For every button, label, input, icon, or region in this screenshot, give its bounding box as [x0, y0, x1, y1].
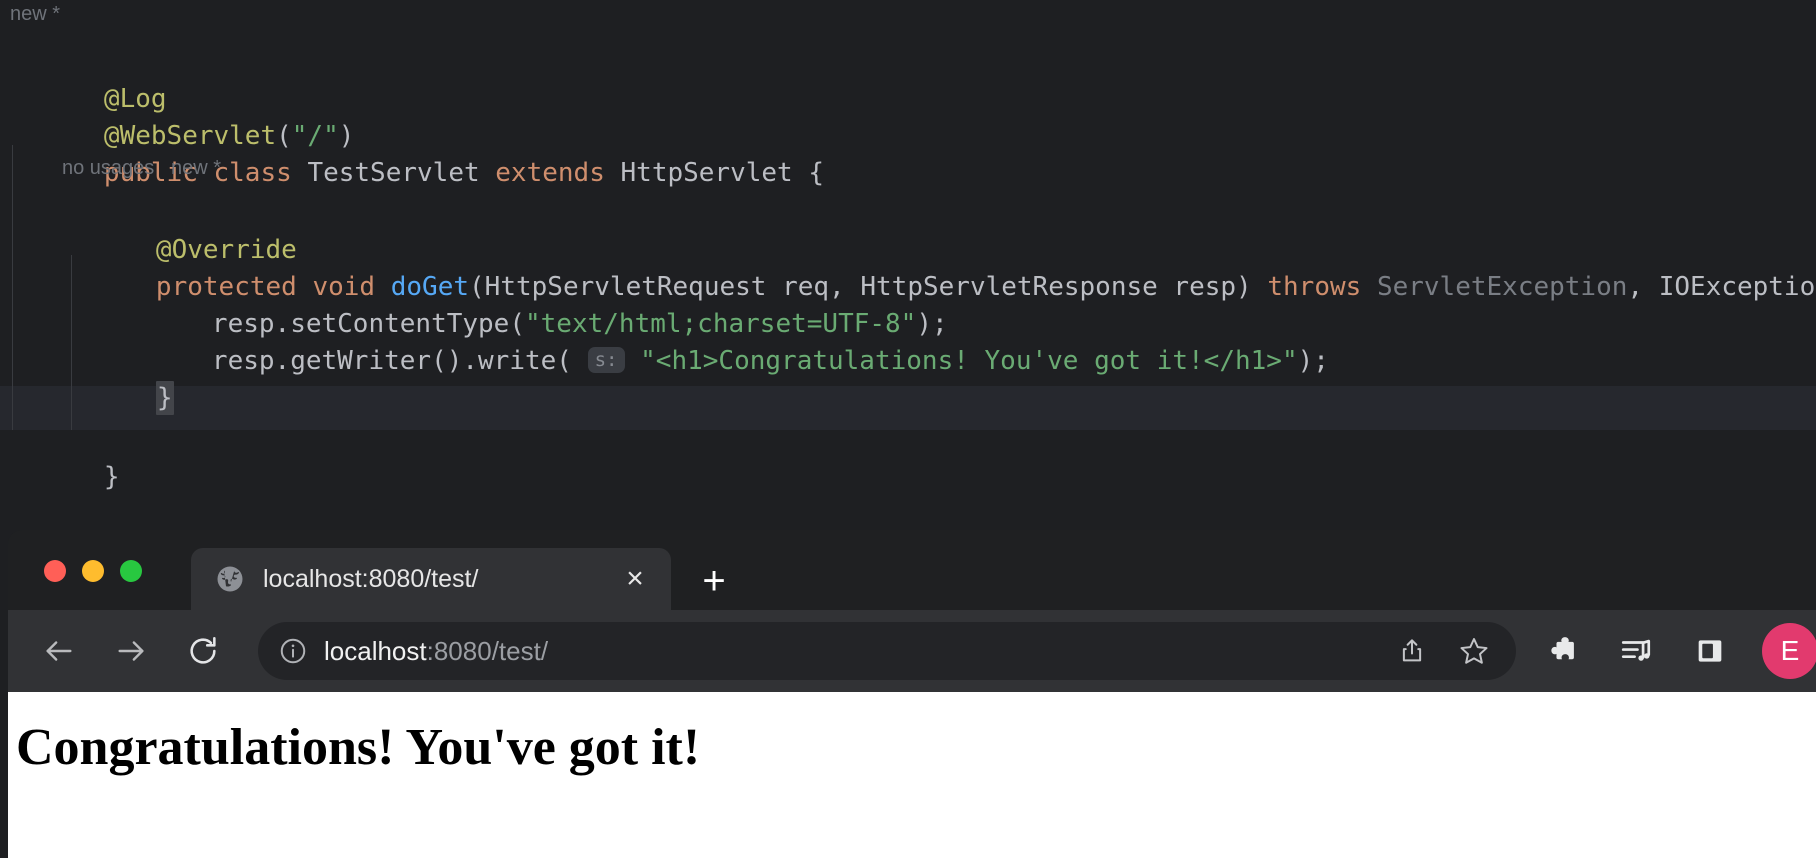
globe-icon	[215, 564, 245, 594]
side-panel-icon[interactable]	[1682, 623, 1738, 679]
address-bar[interactable]: localhost:8080/test/	[258, 622, 1516, 680]
back-arrow-icon[interactable]	[30, 622, 88, 680]
url-host: localhost	[324, 635, 427, 666]
info-circle-icon[interactable]	[278, 636, 308, 666]
reload-icon[interactable]	[174, 622, 232, 680]
close-tab-button[interactable]: ×	[613, 557, 657, 601]
browser-toolbar: localhost:8080/test/ E	[8, 610, 1816, 692]
url-display[interactable]: localhost:8080/test/	[324, 636, 1384, 667]
browser-tab-active[interactable]: localhost:8080/test/ ×	[191, 548, 671, 610]
minimize-window-button[interactable]	[82, 560, 104, 582]
page-viewport: Congratulations! You've got it!	[8, 692, 1816, 858]
browser-window: localhost:8080/test/ × + localhost:8080/…	[8, 530, 1816, 858]
screen: new * @Log @WebServlet("/") public class…	[0, 0, 1816, 858]
close-window-button[interactable]	[44, 560, 66, 582]
puzzle-piece-icon[interactable]	[1534, 623, 1590, 679]
code-line-method-close: }	[0, 332, 1816, 415]
code-line-class-close: }	[0, 411, 1816, 492]
media-list-icon[interactable]	[1608, 623, 1664, 679]
class-close-brace: }	[103, 462, 120, 492]
forward-arrow-icon[interactable]	[102, 622, 160, 680]
share-icon[interactable]	[1384, 623, 1440, 679]
page-heading: Congratulations! You've got it!	[16, 719, 701, 776]
maximize-window-button[interactable]	[120, 560, 142, 582]
inlay-hint-class: new *	[10, 3, 61, 25]
url-path: :8080/test/	[426, 635, 549, 666]
code-editor[interactable]: new * @Log @WebServlet("/") public class…	[0, 0, 1816, 530]
new-tab-button[interactable]: +	[691, 558, 737, 604]
star-icon[interactable]	[1446, 623, 1502, 679]
method-close-brace: }	[155, 381, 174, 415]
tab-title: localhost:8080/test/	[263, 564, 479, 593]
code-line-class-declaration: public class TestServlet extends HttpSer…	[0, 107, 1816, 188]
omnibox-actions	[1384, 623, 1516, 679]
window-traffic-lights	[44, 560, 142, 582]
tab-strip: localhost:8080/test/ × +	[8, 530, 1816, 610]
profile-avatar[interactable]: E	[1762, 623, 1816, 679]
